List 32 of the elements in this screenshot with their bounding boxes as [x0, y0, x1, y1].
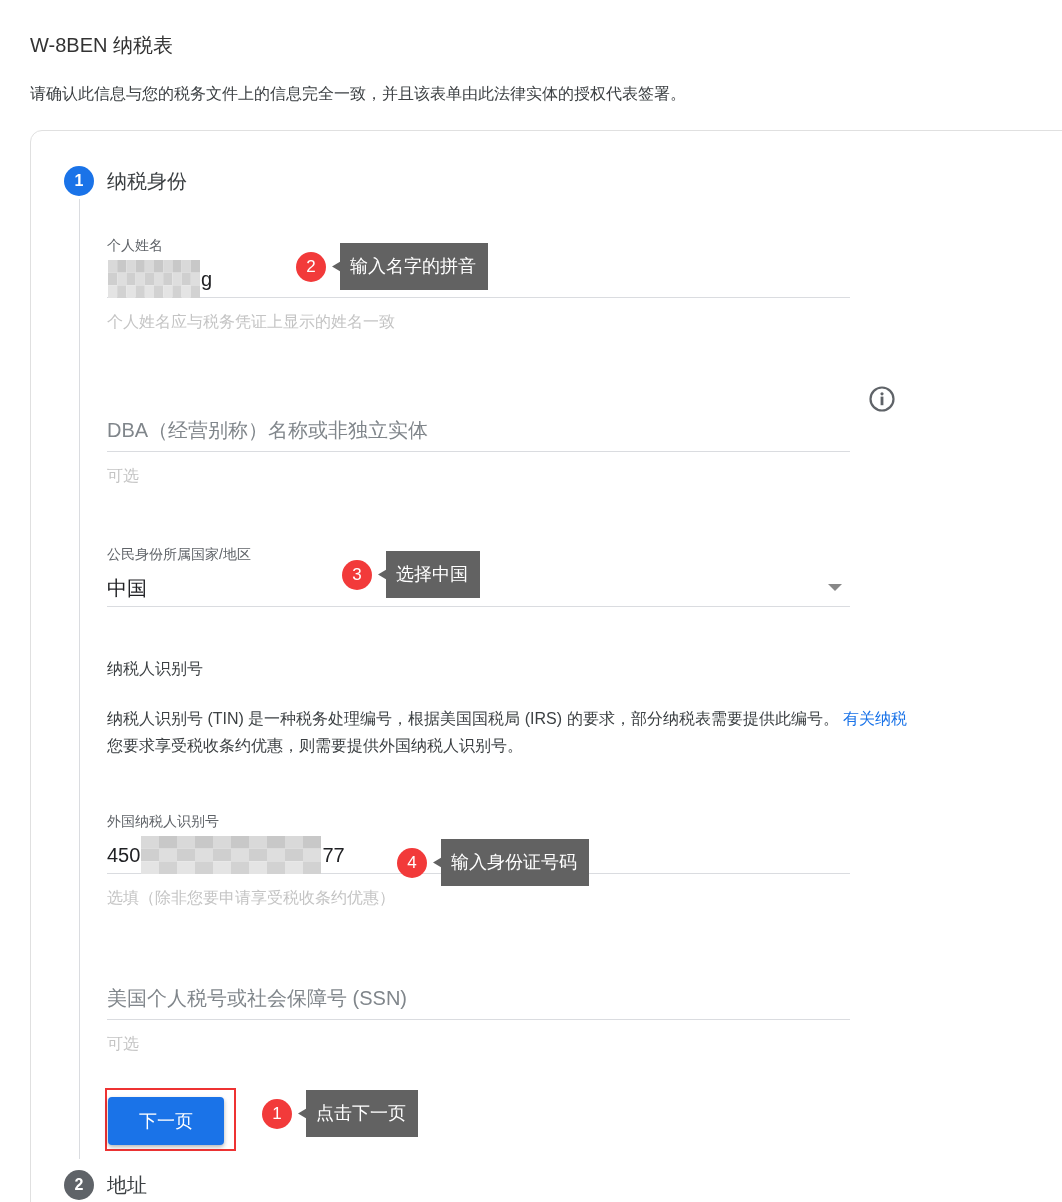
- section-heading: 纳税人识别号: [107, 659, 204, 679]
- step-title: 纳税身份: [107, 168, 187, 194]
- helper-text: 选填（除非您要申请享受税收条约优惠）: [107, 888, 396, 908]
- helper-text: 可选: [107, 466, 140, 486]
- field-label: 公民身份所属国家/地区: [107, 546, 251, 562]
- info-icon[interactable]: [868, 385, 896, 413]
- description-text: 请确认此信息与您的税务文件上的信息完全一致，并且该表单由此法律实体的授权代表签署。: [30, 84, 687, 104]
- field-value: 中国: [107, 575, 147, 601]
- field-label: 外国纳税人识别号: [107, 813, 219, 829]
- callout: 输入名字的拼音: [332, 243, 488, 290]
- page-title: W-8BEN 纳税表: [30, 33, 174, 58]
- info-paragraph: 纳税人识别号 (TIN) 是一种税务处理编号，根据美国国税局 (IRS) 的要求，部分纳税表需要提供此编号。 有关纳税 您要求享受税收条约优惠，则需要提供外国纳税人识别号。: [107, 709, 908, 756]
- next-button[interactable]: 下一页: [108, 1097, 224, 1145]
- callout: 输入身份证号码: [433, 839, 589, 886]
- step-number: 2: [64, 1170, 94, 1200]
- callout: 点击下一页: [298, 1090, 418, 1137]
- step-title: 地址: [107, 1172, 147, 1198]
- input-field[interactable]: 美国个人税号或社会保障号 (SSN): [107, 978, 850, 1020]
- field-label: 个人姓名: [107, 237, 163, 253]
- step-number: 1: [64, 166, 94, 196]
- field-value: 77: [322, 843, 345, 867]
- number-marker: 2: [296, 251, 326, 282]
- dropdown-caret-icon: [828, 584, 842, 592]
- number-marker: 4: [397, 847, 427, 878]
- callout: 选择中国: [378, 551, 480, 598]
- number-marker: 1: [262, 1098, 292, 1129]
- field-value: 450: [107, 843, 141, 867]
- number-marker: 3: [342, 559, 372, 590]
- help-link[interactable]: 有关纳税: [843, 710, 907, 727]
- field-value: g: [201, 267, 213, 291]
- helper-text: 可选: [107, 1034, 140, 1054]
- input-field[interactable]: DBA（经营别称）名称或非独立实体: [107, 410, 850, 452]
